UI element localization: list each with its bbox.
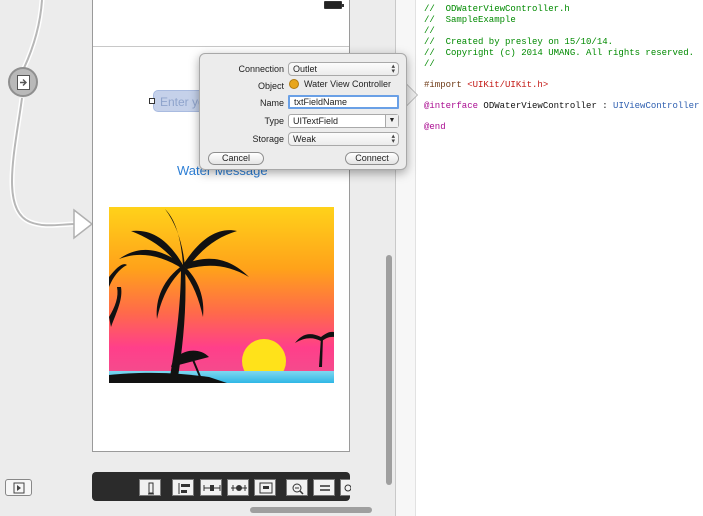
assistant-code-editor[interactable]: //// ODWaterViewController.h// SampleExa… (395, 0, 703, 516)
size-class-icon[interactable] (139, 479, 161, 496)
cancel-button[interactable]: Cancel (208, 152, 264, 165)
connection-value: Outlet (293, 64, 318, 74)
align-icon[interactable] (172, 479, 194, 496)
chevron-down-icon[interactable]: ▼ (385, 115, 398, 127)
canvas-bottom-toolbar (92, 472, 351, 501)
view-controller-icon (289, 79, 299, 89)
popup-stepper-icon: ▴ ▾ (391, 63, 395, 75)
outlet-name-input[interactable]: txtFieldName (288, 95, 399, 109)
popup-stepper-icon: ▴ ▾ (391, 133, 395, 145)
type-value: UITextField (293, 116, 339, 126)
name-label: Name (259, 98, 284, 108)
palm-tree-image[interactable] (109, 207, 334, 383)
zoom-reset-icon[interactable] (313, 479, 335, 496)
resizing-behavior-icon[interactable] (254, 479, 276, 496)
selection-handle[interactable] (149, 98, 155, 104)
show-document-outline-icon[interactable] (5, 479, 32, 496)
zoom-out-icon[interactable] (286, 479, 308, 496)
object-label: Object (257, 81, 284, 91)
status-bar (93, 0, 349, 47)
type-combo-box[interactable]: UITextField ▼ (288, 114, 399, 128)
storage-value: Weak (293, 134, 316, 144)
connection-popup[interactable]: Outlet ▴ ▾ (288, 62, 399, 76)
comment-line: // (424, 0, 435, 3)
connection-label: Connection (238, 64, 284, 74)
type-label: Type (264, 116, 284, 126)
interface-line: @interface ODWaterViewController : UIVie… (424, 101, 700, 111)
connect-button[interactable]: Connect (345, 152, 399, 165)
pin-icon[interactable] (200, 479, 222, 496)
outlet-connection-popover: Connection Outlet ▴ ▾ Object Water View C… (199, 53, 407, 170)
end-line: @end (424, 122, 446, 132)
comment-line: // Copyright (c) 2014 UMANG. All rights … (424, 48, 695, 58)
battery-icon (324, 1, 344, 9)
canvas-horizontal-scrollbar[interactable] (250, 507, 372, 513)
storage-label: Storage (252, 134, 284, 144)
storage-popup[interactable]: Weak ▴ ▾ (288, 132, 399, 146)
segue-scene-icon[interactable] (8, 67, 38, 97)
comment-line: // SampleExample (424, 15, 516, 25)
canvas-vertical-scrollbar[interactable] (386, 255, 392, 485)
zoom-in-icon[interactable] (340, 479, 351, 496)
comment-line: // Created by presley on 15/10/14. (424, 37, 614, 47)
import-line: #import <UIKit/UIKit.h> (424, 80, 549, 90)
resolve-issues-icon[interactable] (227, 479, 249, 496)
comment-line: // (424, 26, 435, 36)
comment-line: // ODWaterViewController.h (424, 4, 570, 14)
object-value: Water View Controller (289, 79, 391, 89)
comment-line: // (424, 59, 435, 69)
